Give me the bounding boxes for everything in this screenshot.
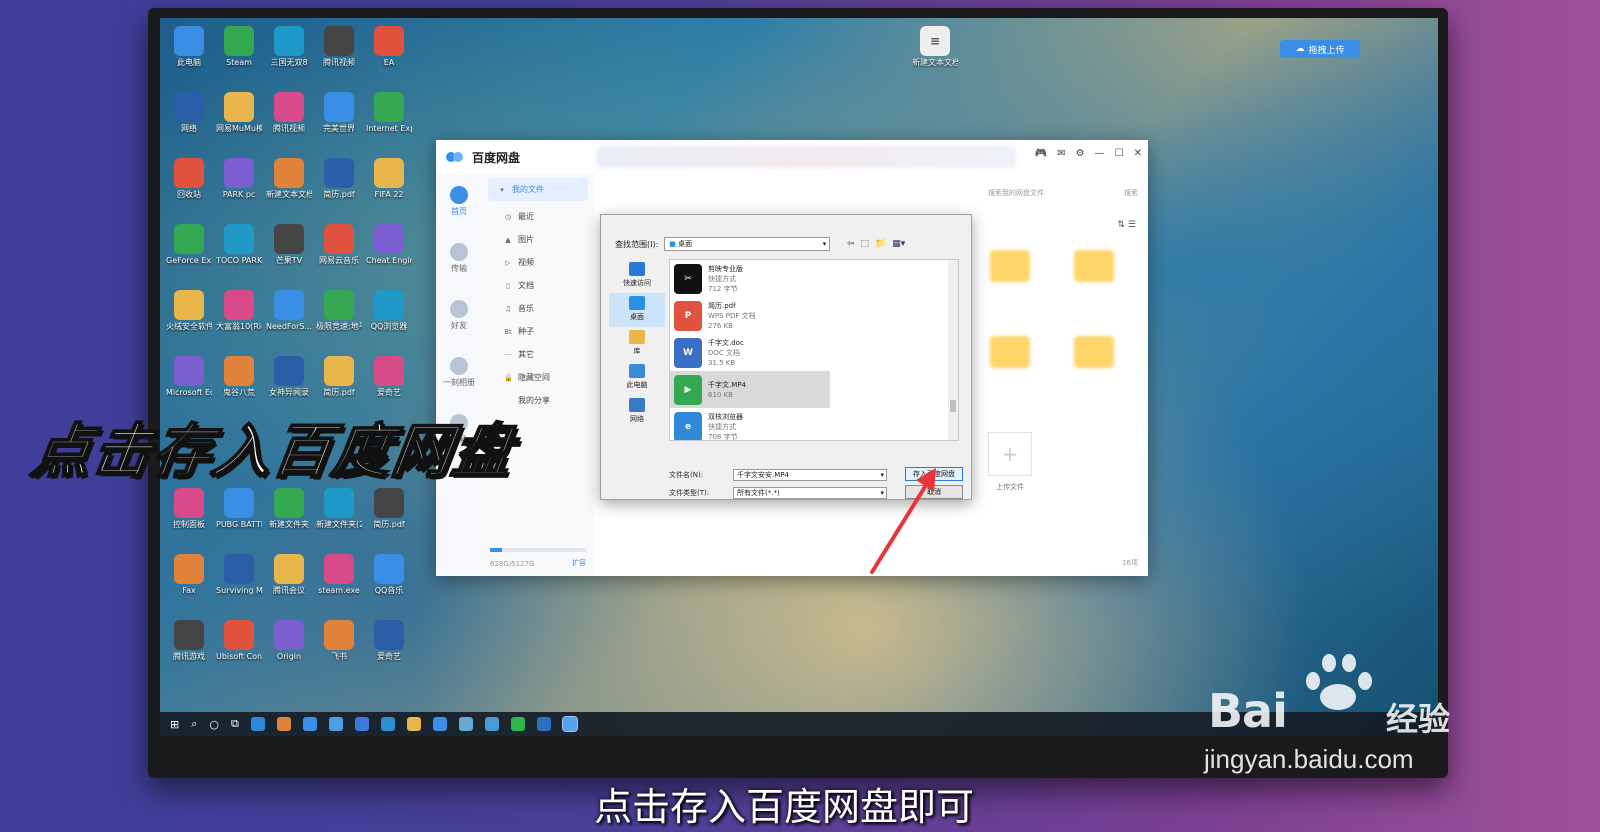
baidu-paw-logo-icon bbox=[1296, 650, 1376, 710]
watermark-brand-cn: 经验 bbox=[1386, 700, 1451, 738]
watermark-brand: Bai bbox=[1208, 684, 1288, 738]
video-subtitle: 点击存入百度网盘即可 bbox=[593, 785, 974, 829]
arrow-shaft bbox=[870, 480, 930, 574]
overlay-caption: 点击存入百度网盘 bbox=[28, 416, 520, 486]
watermark-url: jingyan.baidu.com bbox=[1204, 744, 1414, 774]
baidu-jingyan-watermark: Bai 经验 jingyan.baidu.com bbox=[1200, 650, 1500, 780]
